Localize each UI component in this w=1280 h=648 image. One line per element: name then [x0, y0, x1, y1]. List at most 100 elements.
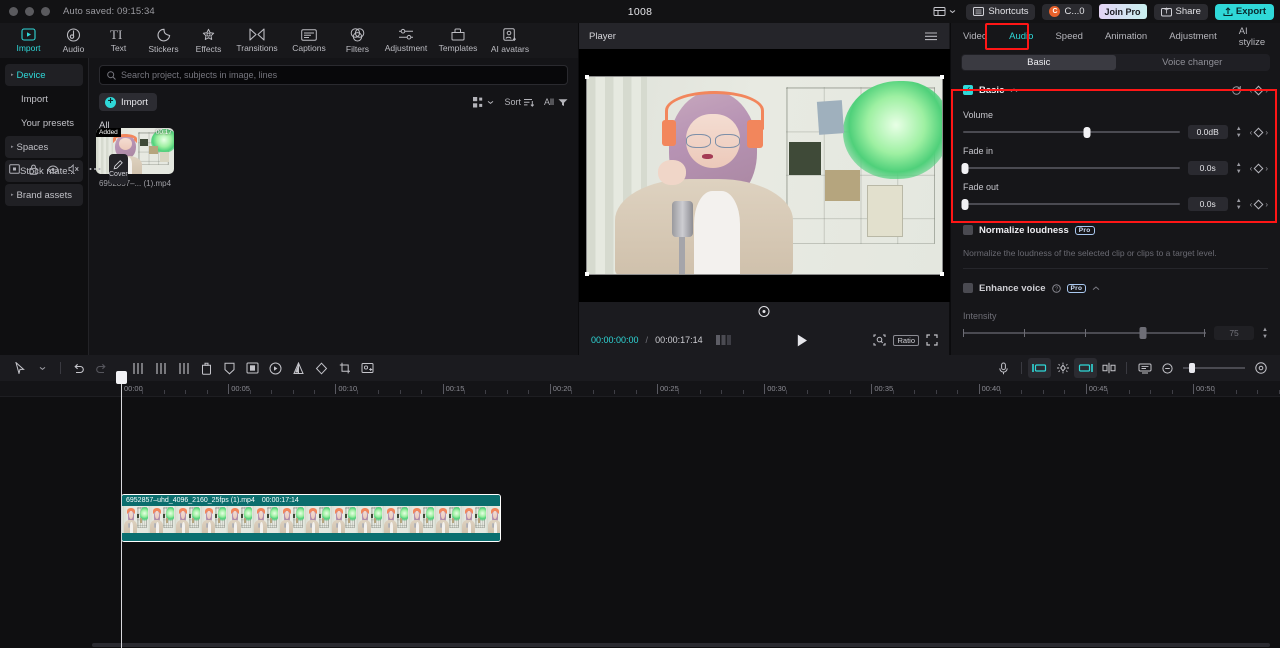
- tab-ai-stylize[interactable]: AI stylize: [1235, 24, 1280, 50]
- mute-icon[interactable]: [68, 164, 80, 174]
- fade-out-slider-knob[interactable]: [961, 199, 969, 210]
- crop-button[interactable]: [333, 358, 356, 378]
- reverse-button[interactable]: [310, 358, 333, 378]
- intensity-slider[interactable]: [963, 327, 1207, 340]
- zoom-fit-button[interactable]: [873, 334, 887, 346]
- tool-import[interactable]: Import: [6, 24, 51, 57]
- tab-animation[interactable]: Animation: [1101, 29, 1151, 44]
- select-tool-dropdown[interactable]: [31, 358, 54, 378]
- filter-button[interactable]: All: [544, 97, 568, 107]
- fade-out-slider[interactable]: [961, 199, 1180, 210]
- layout-switch-button[interactable]: [930, 4, 959, 19]
- preview-render-button[interactable]: [1133, 358, 1156, 378]
- intensity-stepper[interactable]: ▲ ▼: [1262, 327, 1268, 340]
- import-media-button[interactable]: + Import: [99, 93, 157, 111]
- trim-left-button[interactable]: [149, 358, 172, 378]
- video-preview[interactable]: [585, 75, 944, 276]
- timeline-ruler[interactable]: 00:00 00:05 00:10 00:15 00:20 00:25 00:30 00:35…: [0, 381, 1280, 397]
- resize-handle-tl[interactable]: [585, 75, 589, 79]
- cover-button[interactable]: Cover: [109, 154, 128, 184]
- join-pro-button[interactable]: Join Pro: [1098, 4, 1147, 19]
- help-icon[interactable]: ?: [1051, 283, 1061, 293]
- fade-in-value[interactable]: 0.0s: [1187, 161, 1228, 175]
- freeze-frame-button[interactable]: [264, 358, 287, 378]
- fade-in-keyframe-control[interactable]: ‹ ›: [1250, 163, 1268, 173]
- delete-button[interactable]: [195, 358, 218, 378]
- fade-out-stepper[interactable]: ▲ ▼: [1236, 198, 1242, 211]
- select-tool-button[interactable]: [8, 358, 31, 378]
- tool-ai-avatars[interactable]: AI avatars: [484, 24, 536, 57]
- keyframe-button[interactable]: [1051, 358, 1074, 378]
- zoom-slider-knob[interactable]: [1189, 363, 1195, 373]
- fit-timeline-button[interactable]: [1249, 358, 1272, 378]
- playhead-grip[interactable]: [116, 371, 127, 384]
- grid-view-button[interactable]: [473, 96, 494, 108]
- lock-icon[interactable]: [29, 164, 38, 175]
- mask-button[interactable]: [218, 358, 241, 378]
- shortcuts-button[interactable]: Shortcuts: [966, 3, 1036, 20]
- tool-stickers[interactable]: Stickers: [141, 24, 186, 57]
- tab-video[interactable]: Video: [959, 29, 991, 44]
- fade-out-keyframe-control[interactable]: ‹ ›: [1250, 199, 1268, 209]
- volume-keyframe-control[interactable]: ‹ ›: [1250, 127, 1268, 137]
- record-voiceover-button[interactable]: [992, 358, 1015, 378]
- playhead[interactable]: [116, 371, 127, 648]
- mirror-button[interactable]: [287, 358, 310, 378]
- enhance-voice-checkbox[interactable]: [963, 283, 973, 294]
- undo-button[interactable]: [67, 358, 90, 378]
- tool-templates[interactable]: Templates: [432, 24, 484, 57]
- tab-adjustment[interactable]: Adjustment: [1165, 29, 1221, 44]
- chevron-up-icon[interactable]: [1092, 285, 1100, 291]
- sidebar-item-device[interactable]: ▸ Device: [5, 64, 83, 86]
- split-button[interactable]: [126, 358, 149, 378]
- zoom-out-button[interactable]: [1156, 358, 1179, 378]
- fade-out-value[interactable]: 0.0s: [1187, 197, 1228, 211]
- intensity-slider-knob[interactable]: [1139, 327, 1147, 340]
- tool-filters[interactable]: Filters: [335, 24, 380, 57]
- tool-captions[interactable]: Captions: [283, 24, 335, 57]
- more-icon[interactable]: [89, 167, 101, 171]
- resize-handle-bl[interactable]: [585, 272, 589, 276]
- fullscreen-button[interactable]: [926, 334, 938, 346]
- intensity-value[interactable]: 75: [1214, 326, 1255, 341]
- volume-slider[interactable]: [963, 127, 1180, 138]
- segment-basic[interactable]: Basic: [962, 55, 1116, 70]
- fade-in-slider-knob[interactable]: [961, 163, 969, 174]
- tool-transitions[interactable]: Transitions: [231, 24, 283, 57]
- volume-stepper[interactable]: ▲ ▼: [1236, 126, 1242, 139]
- play-button[interactable]: [797, 334, 808, 347]
- redo-button[interactable]: [90, 358, 113, 378]
- tool-audio[interactable]: Audio: [51, 24, 96, 57]
- tab-audio[interactable]: Audio: [1005, 29, 1037, 44]
- volume-slider-knob[interactable]: [1083, 127, 1091, 138]
- ratio-button[interactable]: Ratio: [893, 334, 919, 346]
- player-menu-button[interactable]: [925, 31, 937, 41]
- frame-step-button[interactable]: [715, 335, 731, 345]
- account-button[interactable]: C C...0: [1042, 3, 1092, 20]
- crop-frame-button[interactable]: [241, 358, 264, 378]
- split-playhead-button[interactable]: [1097, 358, 1120, 378]
- segment-voice-changer[interactable]: Voice changer: [1116, 55, 1270, 70]
- keyframe-control[interactable]: ‹ ›: [1250, 85, 1268, 95]
- auto-cut-end-button[interactable]: [1074, 358, 1097, 378]
- resize-handle-tr[interactable]: [940, 75, 944, 79]
- trim-right-button[interactable]: [172, 358, 195, 378]
- snapshot-button[interactable]: [356, 358, 379, 378]
- reset-icon[interactable]: [1231, 85, 1242, 96]
- resize-handle-br[interactable]: [940, 272, 944, 276]
- fade-in-stepper[interactable]: ▲ ▼: [1236, 162, 1242, 175]
- search-input[interactable]: Search project, subjects in image, lines: [99, 65, 568, 85]
- timeline-horizontal-scrollbar[interactable]: [92, 643, 1270, 647]
- tool-adjustment[interactable]: Adjustment: [380, 24, 432, 57]
- timeline-clip[interactable]: 6952857–uhd_4096_2160_25fps (1).mp4 00:0…: [121, 494, 501, 542]
- tab-speed[interactable]: Speed: [1051, 29, 1086, 44]
- eye-icon[interactable]: [47, 164, 59, 174]
- sidebar-item-import[interactable]: Import: [5, 88, 83, 110]
- share-button[interactable]: Share: [1153, 3, 1208, 20]
- chevron-up-icon[interactable]: [1010, 87, 1018, 93]
- rotate-handle[interactable]: [758, 306, 770, 317]
- tool-text[interactable]: TI Text: [96, 24, 141, 57]
- export-button[interactable]: Export: [1214, 3, 1274, 20]
- volume-value[interactable]: 0.0dB: [1187, 125, 1228, 139]
- basic-enable-checkbox[interactable]: ✓: [963, 85, 973, 95]
